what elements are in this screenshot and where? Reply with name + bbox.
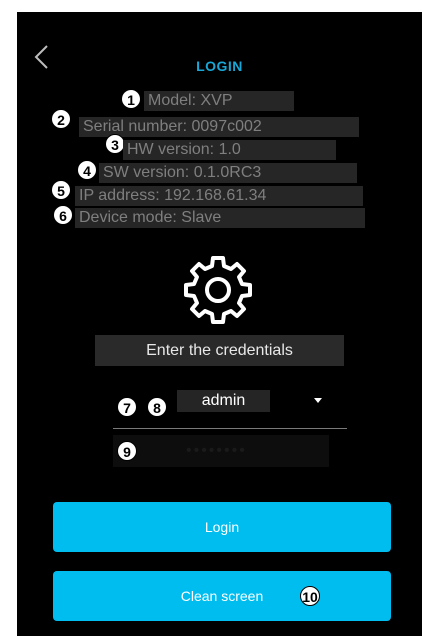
serial-text: Serial number: 0097c002 — [79, 117, 359, 137]
sw-text: SW version: 0.1.0RC3 — [99, 163, 357, 183]
password-field[interactable]: 9 •••••••• — [113, 435, 329, 467]
mode-line: Device mode: Slave — [75, 208, 365, 228]
callout-badge-10: 10 — [300, 586, 320, 606]
callout-badge-6: 6 — [53, 205, 73, 225]
caret-down-icon[interactable] — [314, 398, 322, 403]
callout-badge-7: 7 — [117, 397, 137, 417]
model-text: Model: XVP — [144, 91, 294, 111]
clean-screen-button-label: Clean screen — [180, 588, 264, 604]
hw-text: HW version: 1.0 — [123, 140, 336, 160]
callout-badge-3: 3 — [105, 134, 125, 154]
login-button-label: Login — [204, 519, 240, 535]
mode-text: Device mode: Slave — [75, 208, 365, 228]
user-select[interactable]: 7 8 admin — [113, 384, 347, 429]
hw-line: HW version: 1.0 — [123, 140, 336, 160]
ip-line: IP address: 192.168.61.34 — [75, 186, 363, 206]
user-select-value: admin — [177, 390, 270, 412]
clean-screen-button[interactable]: Clean screen 10 — [53, 571, 391, 621]
model-line: Model: XVP — [144, 91, 294, 111]
callout-badge-8: 8 — [147, 397, 167, 417]
page-title: LOGIN — [196, 58, 243, 74]
callout-badge-2: 2 — [51, 109, 71, 129]
callout-badge-4: 4 — [77, 160, 97, 180]
login-button[interactable]: Login — [53, 502, 391, 552]
password-value: •••••••• — [186, 442, 247, 459]
callout-badge-1: 1 — [121, 89, 141, 109]
gear-icon — [184, 256, 252, 324]
serial-line: Serial number: 0097c002 — [79, 117, 359, 137]
callout-badge-5: 5 — [51, 180, 71, 200]
credentials-prompt: Enter the credentials — [95, 335, 344, 366]
callout-badge-9: 9 — [117, 441, 137, 461]
login-screen: LOGIN 1 Model: XVP 2 Serial number: 0097… — [17, 12, 422, 636]
ip-text: IP address: 192.168.61.34 — [75, 186, 363, 206]
sw-line: SW version: 0.1.0RC3 — [99, 163, 357, 183]
